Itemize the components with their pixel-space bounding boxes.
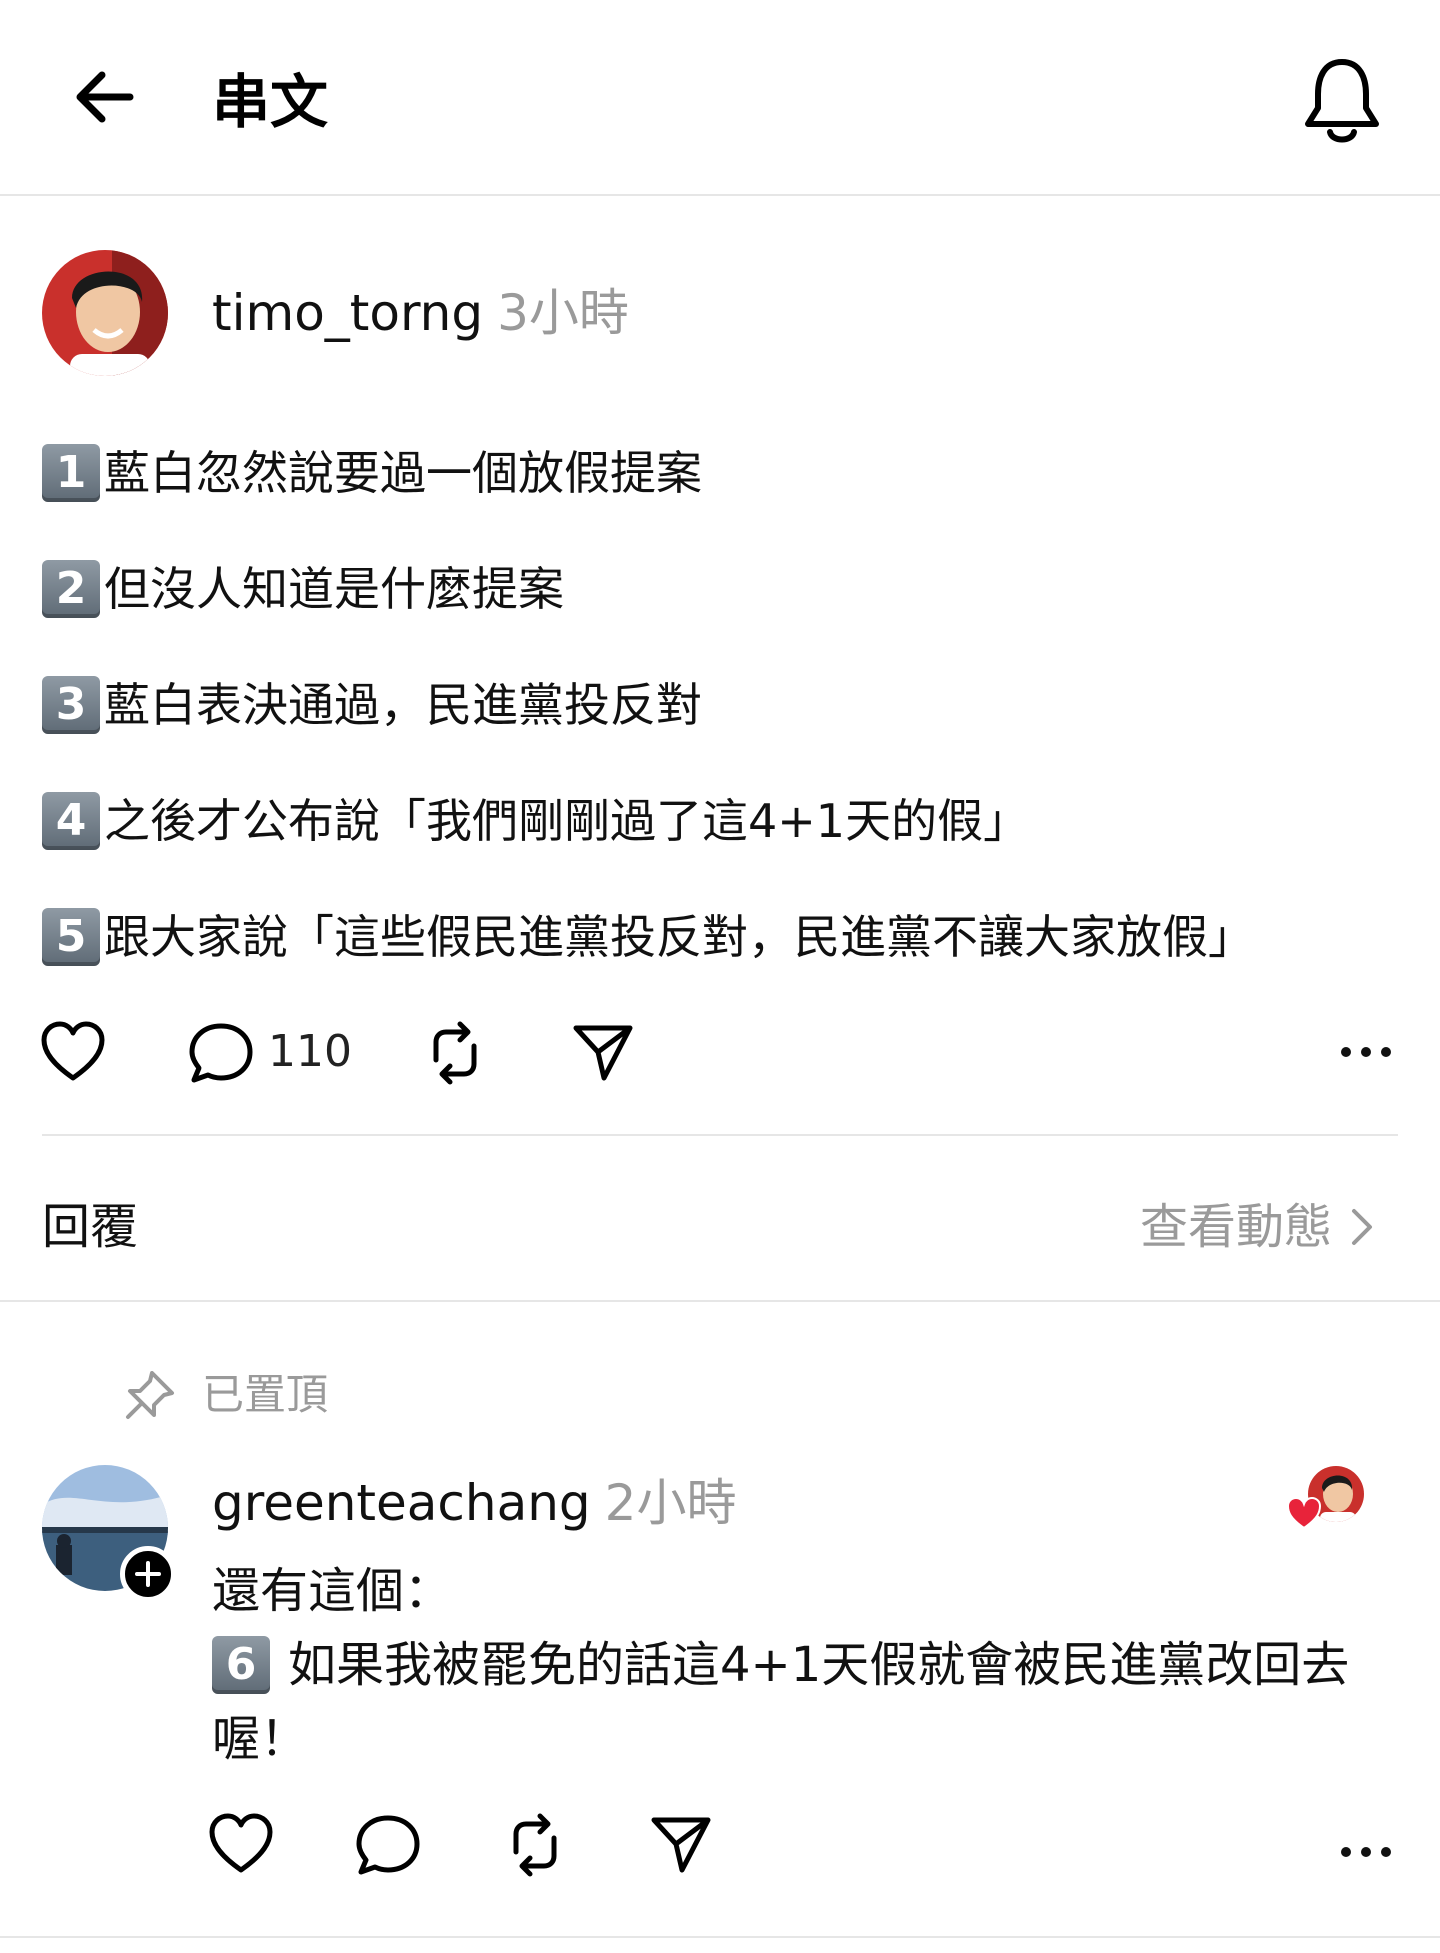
view-activity-link[interactable]: 查看動態	[1140, 1195, 1374, 1259]
reply-line: 喔！	[212, 1711, 309, 1767]
reply-line: 還有這個：	[212, 1563, 453, 1619]
post-line-text: 跟大家說「這些假民進黨投反對，民進黨不讓大家放假」	[104, 910, 1254, 964]
author-username[interactable]: timo_torng 3小時	[212, 280, 629, 346]
post-line-text: 但沒人知道是什麼提案	[104, 562, 564, 616]
repost-icon[interactable]	[502, 1812, 568, 1878]
post-line: 5 跟大家說「這些假民進黨投反對，民進黨不讓大家放假」	[42, 907, 1254, 967]
more-options-icon[interactable]	[1340, 1042, 1392, 1062]
post-line: 1 藍白忽然說要過一個放假提案	[42, 443, 702, 503]
post-timestamp: 3小時	[497, 284, 629, 342]
reply-username-text[interactable]: greenteachang	[212, 1474, 591, 1532]
keycap-number: 6	[212, 1636, 270, 1694]
reply-line: 6 如果我被罷免的話這4+1天假就會被民進黨改回去	[212, 1633, 1349, 1697]
plus-icon	[135, 1561, 161, 1587]
keycap-number: 5	[42, 908, 100, 966]
replies-label: 回覆	[42, 1199, 139, 1255]
post-line: 2 但沒人知道是什麼提案	[42, 559, 564, 619]
like-heart-icon[interactable]	[208, 1812, 274, 1878]
keycap-number: 1	[42, 444, 100, 502]
chevron-right-icon	[1352, 1209, 1372, 1245]
username-text[interactable]: timo_torng	[212, 284, 483, 342]
keycap-number: 4	[42, 792, 100, 850]
share-send-icon[interactable]	[570, 1020, 636, 1086]
author-liked-heart-icon	[1286, 1496, 1322, 1530]
comment-bubble-icon[interactable]	[188, 1020, 254, 1086]
bell-icon[interactable]	[1300, 56, 1384, 146]
post-line-text: 之後才公布說「我們剛剛過了這4+1天的假」	[104, 794, 1030, 848]
share-send-icon[interactable]	[648, 1812, 714, 1878]
keycap-number: 3	[42, 676, 100, 734]
view-activity-text[interactable]: 查看動態	[1140, 1195, 1332, 1259]
pin-icon	[126, 1371, 174, 1419]
divider	[42, 1134, 1398, 1136]
post-line-text: 藍白表決通過，民進黨投反對	[104, 678, 702, 732]
keycap-number: 2	[42, 560, 100, 618]
reply-line-text: 如果我被罷免的話這4+1天假就會被民進黨改回去	[288, 1637, 1350, 1693]
author-avatar[interactable]	[42, 250, 168, 376]
pinned-label: 已置頂	[202, 1370, 329, 1419]
more-options-icon[interactable]	[1340, 1842, 1392, 1862]
like-heart-icon[interactable]	[40, 1020, 106, 1086]
section-divider	[0, 1300, 1440, 1302]
bottom-divider	[0, 1936, 1440, 1938]
reply-count: 110	[268, 1026, 352, 1077]
back-arrow-icon[interactable]	[70, 62, 140, 132]
post-line: 4 之後才公布說「我們剛剛過了這4+1天的假」	[42, 791, 1029, 851]
comment-bubble-icon[interactable]	[355, 1812, 421, 1878]
reply-author-username[interactable]: greenteachang 2小時	[212, 1470, 736, 1536]
repost-icon[interactable]	[422, 1020, 488, 1086]
page-title: 串文	[212, 68, 329, 136]
follow-plus-button[interactable]	[120, 1546, 176, 1602]
pinned-indicator: 已置頂	[122, 1365, 328, 1425]
post-line: 3 藍白表決通過，民進黨投反對	[42, 675, 702, 735]
reply-timestamp: 2小時	[604, 1474, 737, 1532]
post-line-text: 藍白忽然說要過一個放假提案	[104, 446, 702, 500]
